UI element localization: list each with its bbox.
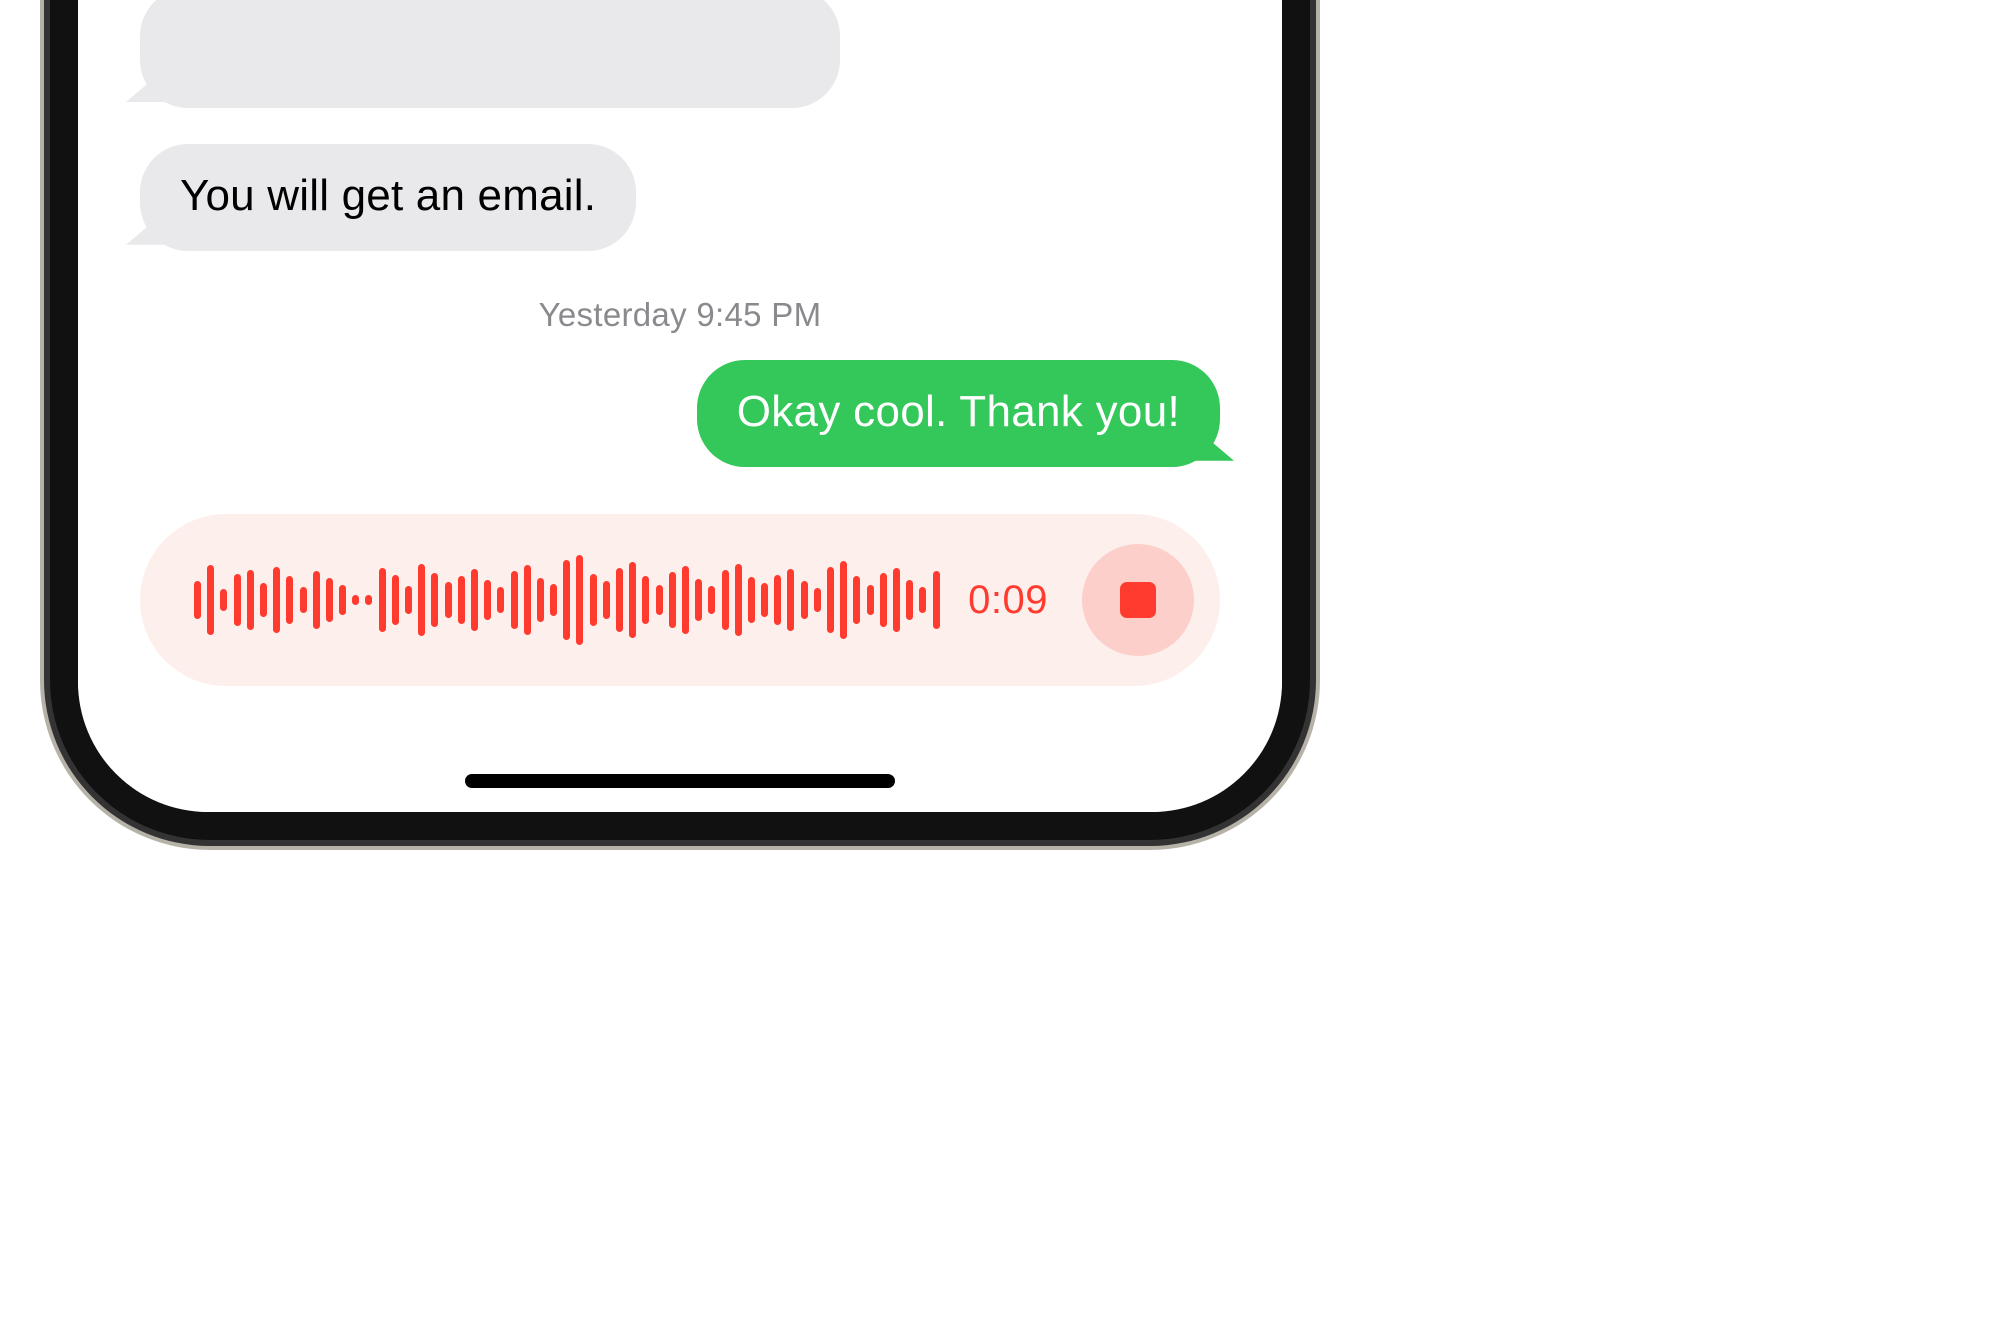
waveform-bar bbox=[761, 583, 768, 617]
waveform-bar bbox=[629, 562, 636, 638]
waveform-bar bbox=[471, 569, 478, 631]
waveform-bar bbox=[418, 564, 425, 636]
timestamp-divider: Yesterday 9:45 PM bbox=[78, 296, 1282, 334]
waveform-bar bbox=[669, 572, 676, 628]
waveform-bar bbox=[497, 587, 504, 613]
waveform-bar bbox=[286, 576, 293, 624]
waveform-bar bbox=[511, 571, 518, 629]
waveform-bar bbox=[431, 573, 438, 627]
waveform-bar bbox=[220, 589, 227, 611]
waveform-bar bbox=[524, 565, 531, 635]
waveform-bar bbox=[919, 587, 926, 613]
waveform-bar bbox=[906, 580, 913, 620]
messages-conversation[interactable]: You will get an email. Yesterday 9:45 PM… bbox=[78, 0, 1282, 812]
waveform-bar bbox=[735, 564, 742, 636]
phone-screen: You will get an email. Yesterday 9:45 PM… bbox=[78, 0, 1282, 812]
waveform-bar bbox=[682, 566, 689, 634]
waveform-bar bbox=[642, 576, 649, 624]
waveform-bar bbox=[880, 573, 887, 627]
waveform-bar bbox=[695, 579, 702, 621]
waveform-bar bbox=[194, 581, 201, 619]
audio-recording-pill: 0:09 bbox=[140, 514, 1220, 686]
waveform-bar bbox=[748, 577, 755, 623]
message-text-outgoing: Okay cool. Thank you! bbox=[737, 387, 1180, 436]
waveform-bar bbox=[722, 570, 729, 630]
waveform-bar bbox=[326, 578, 333, 622]
message-text-incoming: You will get an email. bbox=[180, 171, 596, 220]
waveform-bar bbox=[379, 568, 386, 632]
message-bubble-incoming[interactable]: You will get an email. bbox=[140, 144, 636, 251]
audio-recording-timer: 0:09 bbox=[968, 578, 1048, 623]
waveform-bar bbox=[484, 580, 491, 620]
waveform-bar bbox=[352, 595, 359, 605]
waveform-bar bbox=[656, 585, 663, 615]
waveform-bar bbox=[708, 586, 715, 614]
waveform-bar bbox=[234, 574, 241, 626]
waveform-bar bbox=[576, 555, 583, 645]
waveform-bar bbox=[445, 582, 452, 618]
timestamp-time: 9:45 PM bbox=[696, 296, 821, 333]
waveform-bar bbox=[801, 581, 808, 619]
waveform-bar bbox=[590, 574, 597, 626]
waveform-bar bbox=[893, 568, 900, 632]
waveform-bar bbox=[933, 571, 940, 629]
waveform-bar bbox=[260, 583, 267, 617]
waveform-bar bbox=[827, 567, 834, 633]
waveform-bar bbox=[840, 561, 847, 639]
waveform-bar bbox=[537, 578, 544, 622]
waveform-bar bbox=[787, 569, 794, 631]
waveform-bar bbox=[405, 586, 412, 614]
waveform-bar bbox=[458, 576, 465, 624]
waveform-bar bbox=[207, 565, 214, 635]
waveform-bar bbox=[603, 581, 610, 619]
waveform-bar bbox=[273, 567, 280, 633]
stop-recording-button[interactable] bbox=[1082, 544, 1194, 656]
waveform-bar bbox=[616, 568, 623, 632]
waveform-bar bbox=[853, 576, 860, 624]
waveform-bar bbox=[563, 560, 570, 640]
waveform-bar bbox=[247, 570, 254, 630]
waveform-bar bbox=[300, 587, 307, 613]
stop-icon bbox=[1120, 582, 1156, 618]
waveform-bar bbox=[774, 575, 781, 625]
waveform-bar bbox=[867, 585, 874, 615]
audio-waveform[interactable] bbox=[194, 550, 940, 650]
waveform-bar bbox=[313, 571, 320, 629]
waveform-bar bbox=[339, 585, 346, 615]
home-indicator[interactable] bbox=[465, 774, 895, 788]
waveform-bar bbox=[392, 575, 399, 625]
waveform-bar bbox=[550, 584, 557, 616]
timestamp-day: Yesterday bbox=[539, 296, 687, 333]
phone-frame: You will get an email. Yesterday 9:45 PM… bbox=[50, 0, 1310, 840]
message-bubble-incoming-partial[interactable] bbox=[140, 0, 840, 108]
message-bubble-outgoing[interactable]: Okay cool. Thank you! bbox=[697, 360, 1220, 467]
waveform-bar bbox=[365, 595, 372, 605]
waveform-bar bbox=[814, 588, 821, 612]
